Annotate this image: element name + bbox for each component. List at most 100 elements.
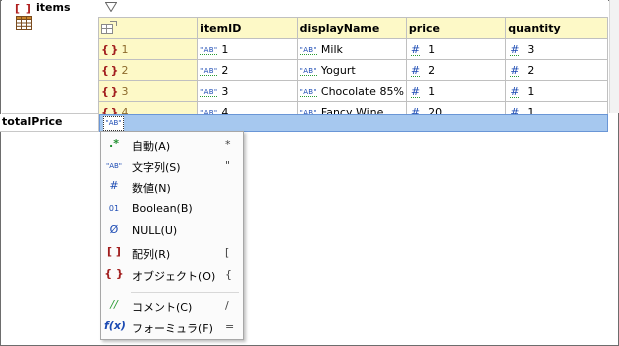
- menu-item-string[interactable]: "AB" 文字列(S) ": [101, 156, 243, 176]
- menu-item-shortcut: /: [225, 299, 229, 312]
- menu-item-auto[interactable]: .* 自動(A) *: [101, 135, 243, 155]
- cell-quantity[interactable]: #3: [505, 38, 608, 60]
- table-header-row: itemID displayName price quantity: [97, 17, 608, 39]
- menu-item-number[interactable]: # 数値(N): [101, 177, 243, 197]
- row-header[interactable]: { } 1: [97, 38, 199, 60]
- string-type-icon: "AB": [299, 45, 317, 55]
- cell-value: 1: [428, 42, 436, 56]
- number-type-icon: #: [410, 63, 421, 77]
- cell-value: Milk: [320, 42, 343, 56]
- menu-item-label: フォーミュラ(F): [132, 322, 213, 335]
- menu-item-object[interactable]: { } オブジェクト(O) {: [101, 265, 243, 285]
- menu-item-shortcut: {: [225, 268, 232, 281]
- number-type-icon: #: [510, 84, 520, 98]
- auto-type-icon: .*: [109, 137, 119, 150]
- cell-quantity[interactable]: #1: [505, 80, 608, 102]
- menu-item-shortcut: *: [225, 138, 231, 151]
- cell-value: 1: [221, 42, 229, 56]
- cell-itemid[interactable]: "AB" 2: [197, 59, 298, 81]
- items-key-label: items: [36, 1, 71, 14]
- cell-displayname[interactable]: "AB" Milk: [296, 38, 407, 60]
- table-row: { } 3 "AB" 3 "AB" Chocolate 85% #1 #1: [97, 80, 608, 102]
- menu-item-label: コメント(C): [132, 301, 193, 314]
- menu-item-label: 自動(A): [132, 140, 171, 153]
- cell-value: 2: [428, 63, 436, 77]
- boolean-type-icon: 01: [108, 204, 120, 213]
- menu-item-label: 配列(R): [132, 248, 171, 261]
- row-index: 2: [121, 63, 129, 77]
- menu-item-shortcut: ": [225, 159, 231, 172]
- cell-value: 2: [527, 63, 535, 77]
- type-context-menu: .* 自動(A) * "AB" 文字列(S) " # 数値(N) 01 Bool…: [100, 131, 244, 340]
- menu-item-boolean[interactable]: 01 Boolean(B): [101, 199, 243, 219]
- row-header[interactable]: { } 2: [97, 59, 199, 81]
- cell-value: 3: [221, 84, 229, 98]
- number-type-icon: #: [410, 84, 421, 98]
- string-type-icon: "AB": [200, 66, 218, 76]
- object-type-icon: { }: [104, 267, 124, 280]
- items-table: itemID displayName price quantity { } 1 "…: [97, 17, 608, 123]
- object-icon: { }: [101, 42, 118, 56]
- string-type-icon: "AB": [299, 87, 317, 97]
- menu-item-label: Boolean(B): [132, 202, 193, 215]
- string-type-icon: "AB": [200, 45, 218, 55]
- filter-icon[interactable]: [105, 2, 117, 12]
- cell-value: 1: [527, 84, 535, 98]
- menu-item-formula[interactable]: f(x) フォーミュラ(F) =: [101, 317, 243, 337]
- totalprice-key-cell[interactable]: totalPrice: [0, 114, 99, 132]
- cell-value: 2: [221, 63, 229, 77]
- table-row: { } 2 "AB" 2 "AB" Yogurt #2 #2: [97, 59, 608, 81]
- table-row: { } 1 "AB" 1 "AB" Milk #1 #3: [97, 38, 608, 60]
- append-row-icon[interactable]: [101, 21, 117, 35]
- menu-item-shortcut: =: [225, 320, 235, 333]
- cell-value: Yogurt: [320, 63, 356, 77]
- cell-displayname[interactable]: "AB" Yogurt: [296, 59, 407, 81]
- number-type-icon: #: [510, 42, 520, 56]
- object-icon: { }: [101, 84, 118, 98]
- cell-quantity[interactable]: #2: [505, 59, 608, 81]
- number-type-icon: #: [510, 63, 520, 77]
- string-type-icon: "AB": [299, 66, 317, 76]
- menu-item-label: 数値(N): [132, 182, 171, 195]
- cell-price[interactable]: #2: [405, 59, 507, 81]
- number-type-icon: #: [410, 42, 421, 56]
- table-view-icon[interactable]: [16, 16, 32, 30]
- cell-displayname[interactable]: "AB" Chocolate 85%: [296, 80, 407, 102]
- menu-separator: [131, 292, 239, 293]
- cell-value: Chocolate 85%: [320, 84, 404, 98]
- items-table-area: itemID displayName price quantity { } 1 "…: [97, 0, 608, 123]
- cell-price[interactable]: #1: [405, 80, 507, 102]
- menu-item-shortcut: [: [225, 246, 230, 259]
- totalprice-key-label: totalPrice: [2, 115, 63, 128]
- row-header[interactable]: { } 3: [97, 80, 199, 102]
- column-header-price[interactable]: price: [405, 17, 507, 39]
- menu-item-comment[interactable]: // コメント(C) /: [101, 296, 243, 316]
- row-index: 3: [121, 84, 129, 98]
- string-type-icon[interactable]: "AB": [103, 116, 124, 131]
- array-type-icon: [ ]: [107, 245, 121, 258]
- cell-itemid[interactable]: "AB" 3: [197, 80, 298, 102]
- totalprice-value-cell[interactable]: "AB": [99, 114, 608, 132]
- comment-icon: //: [110, 298, 118, 311]
- table-corner[interactable]: [97, 17, 199, 39]
- menu-item-label: オブジェクト(O): [132, 270, 216, 283]
- string-type-icon: "AB": [105, 162, 123, 170]
- menu-item-label: 文字列(S): [132, 161, 181, 174]
- menu-item-label: NULL(U): [132, 224, 178, 237]
- menu-item-array[interactable]: [ ] 配列(R) [: [101, 243, 243, 263]
- row-index: 1: [121, 42, 129, 56]
- cell-value: 3: [527, 42, 535, 56]
- items-key-cell[interactable]: [ ] items: [2, 0, 99, 114]
- cell-value: 1: [428, 84, 436, 98]
- array-icon: [ ]: [15, 2, 32, 15]
- string-type-icon: "AB": [200, 87, 218, 97]
- null-type-icon: Ø: [109, 223, 119, 236]
- vertical-scrollbar[interactable]: [609, 0, 619, 113]
- cell-itemid[interactable]: "AB" 1: [197, 38, 298, 60]
- object-icon: { }: [101, 63, 118, 77]
- column-header-itemid[interactable]: itemID: [197, 17, 298, 39]
- cell-price[interactable]: #1: [405, 38, 507, 60]
- column-header-quantity[interactable]: quantity: [505, 17, 608, 39]
- menu-item-null[interactable]: Ø NULL(U): [101, 221, 243, 241]
- column-header-displayname[interactable]: displayName: [296, 17, 407, 39]
